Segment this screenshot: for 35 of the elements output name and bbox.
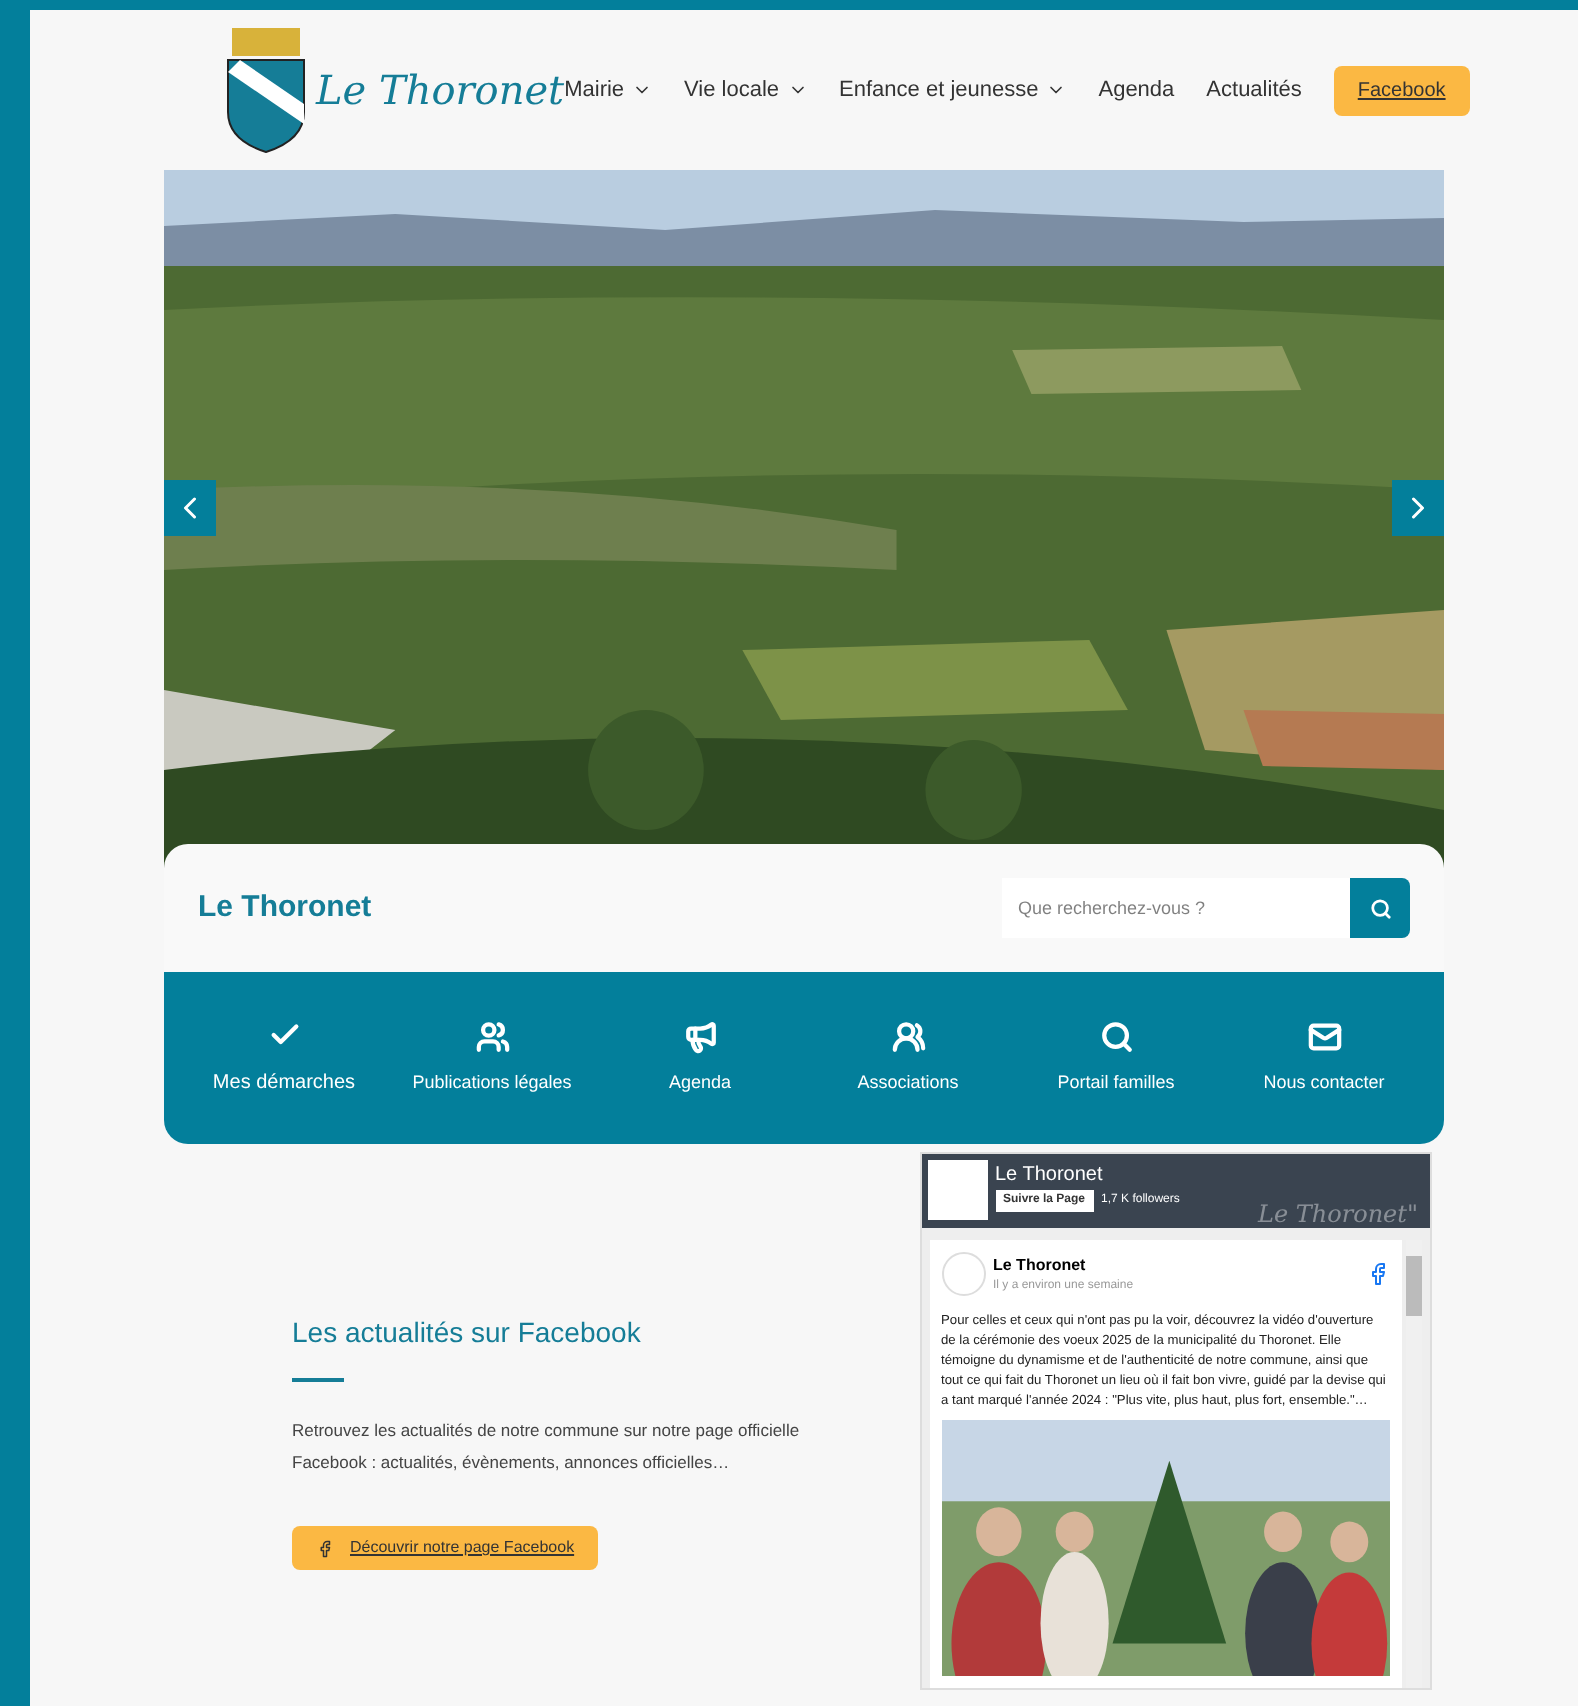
page-avatar xyxy=(927,1160,987,1220)
cover-text: Le Thoronet" xyxy=(1258,1200,1418,1228)
nav-link[interactable]: Vie locale xyxy=(684,73,808,107)
section-title: Les actualités sur Facebook xyxy=(292,1314,643,1352)
facebook-page-button[interactable]: Découvrir notre page Facebook xyxy=(292,1526,599,1570)
people-icon xyxy=(891,1019,925,1054)
search-button[interactable] xyxy=(1350,878,1410,938)
search-icon xyxy=(1369,897,1391,919)
quick-link[interactable]: Publications légales xyxy=(388,1019,596,1097)
quick-link[interactable]: Portail familles xyxy=(1012,1019,1220,1097)
quick-link[interactable]: Associations xyxy=(804,1019,1012,1097)
post-author: Le Thoronet xyxy=(993,1253,1088,1277)
section-text: Retrouvez les actualités de notre commune sur notre page officielle Facebook : actualités, évènements, annonces officielles… xyxy=(292,1418,802,1476)
nav-link[interactable]: Enfance et jeunesse xyxy=(839,73,1067,107)
search-field[interactable]: Que recherchez-vous ? xyxy=(1002,878,1350,938)
author-avatar xyxy=(941,1252,985,1296)
facebook-button[interactable]: Facebook xyxy=(1333,65,1470,115)
search-icon xyxy=(1099,1019,1133,1054)
crest-icon xyxy=(224,24,308,156)
quick-link[interactable]: Nous contacter xyxy=(1220,1019,1428,1097)
facebook-icon xyxy=(316,1539,334,1557)
nav-link[interactable]: Mairie xyxy=(564,73,653,107)
previous-slide-button[interactable] xyxy=(164,480,216,536)
quick-link[interactable]: Mes démarches xyxy=(180,1018,388,1098)
nav-link[interactable]: Actualités xyxy=(1206,73,1302,107)
megaphone-icon xyxy=(683,1019,717,1054)
site-title: Le Thoronet xyxy=(198,887,372,928)
facebook-icon xyxy=(1366,1262,1390,1286)
quick-link[interactable]: Agenda xyxy=(596,1019,804,1097)
logo-text: Le Thoronet xyxy=(316,64,565,118)
mail-icon xyxy=(1307,1019,1341,1054)
page-name: Le Thoronet xyxy=(995,1162,1105,1190)
nav-link[interactable]: Agenda xyxy=(1098,73,1175,107)
next-slide-button[interactable] xyxy=(1392,480,1444,536)
users-icon xyxy=(475,1019,509,1054)
